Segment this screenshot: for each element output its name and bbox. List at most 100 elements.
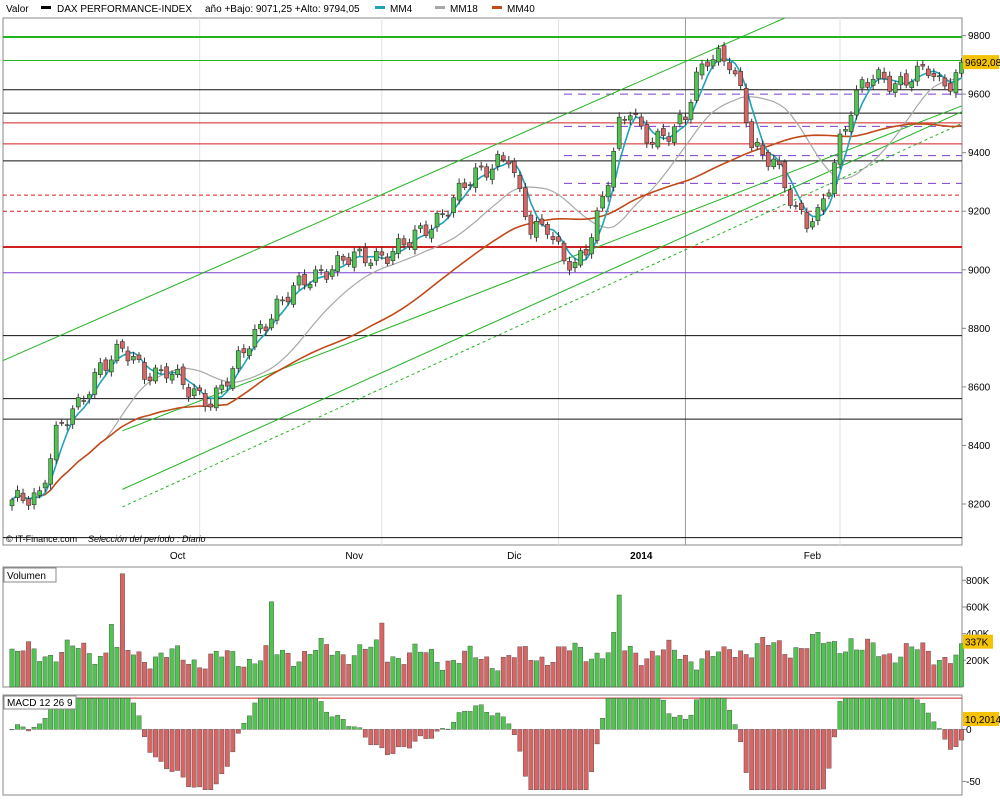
macd-bar — [909, 698, 915, 730]
macd-ytick-label: 0 — [966, 725, 972, 736]
price-ytick-label: 9800 — [968, 31, 991, 42]
volume-bar — [925, 650, 931, 688]
volume-bar — [517, 646, 523, 688]
volume-bar — [235, 666, 241, 688]
macd-bar — [263, 697, 269, 730]
volume-bar — [528, 660, 534, 688]
macd-bar — [854, 697, 859, 730]
candle-body-down — [887, 75, 892, 92]
macd-bar — [959, 729, 964, 741]
candle-body-up — [616, 116, 622, 149]
volume-bar — [672, 649, 677, 688]
candle-body-up — [876, 69, 881, 80]
candle-body-up — [236, 350, 241, 369]
candle-body-down — [478, 165, 484, 168]
volume-bar — [876, 656, 882, 688]
volume-bar — [75, 648, 81, 688]
last-price-label: 9692,08 — [965, 58, 1000, 69]
price-ytick-label: 8600 — [968, 382, 991, 393]
volume-bar — [854, 649, 859, 688]
candle-body-up — [892, 83, 898, 93]
candle-body-up — [191, 388, 197, 397]
macd-bar — [357, 727, 363, 730]
volume-bar — [269, 601, 274, 688]
candle-body-up — [109, 359, 114, 373]
candle-body-up — [489, 168, 495, 180]
volume-bar — [318, 637, 324, 688]
volume-bar — [721, 646, 727, 688]
candle-body-down — [506, 160, 512, 165]
candle-body-up — [169, 374, 175, 381]
volume-bar — [743, 654, 749, 688]
macd-bar — [517, 729, 523, 752]
candle-body-up — [589, 237, 594, 255]
volume-bar — [291, 666, 296, 688]
macd-bar — [125, 697, 131, 730]
candle-body-up — [75, 397, 81, 408]
macd-bar — [721, 697, 727, 730]
candle-body-down — [743, 88, 749, 123]
volume-bar — [31, 648, 37, 688]
candle-body-down — [683, 116, 688, 121]
macd-bar — [870, 697, 876, 730]
macd-bar — [473, 705, 479, 730]
macd-bar — [42, 718, 48, 730]
macd-bar — [158, 729, 164, 762]
volume-bar — [175, 645, 180, 688]
volume-bar — [202, 668, 208, 688]
macd-bar — [484, 712, 490, 730]
volume-ytick-label: 800K — [966, 576, 990, 587]
candle-body-up — [70, 408, 76, 425]
chart-canvas: 8200 8400 8600 8800 9000 9200 9400 9600 9800 9692… — [2, 4, 1000, 796]
volume-bar — [948, 663, 953, 688]
month-label: Dic — [507, 551, 521, 562]
macd-bar — [638, 697, 644, 730]
volume-bar — [246, 659, 252, 688]
macd-bar — [147, 729, 153, 753]
candle-body-up — [153, 367, 158, 382]
macd-bar — [462, 710, 468, 730]
macd-bar — [865, 697, 871, 730]
macd-bar — [545, 729, 550, 790]
candle-body-down — [164, 366, 169, 379]
volume-bar — [959, 643, 964, 688]
macd-bar — [418, 729, 423, 737]
candle-body-up — [252, 329, 258, 348]
candle-body-up — [412, 229, 418, 250]
volume-bar — [953, 654, 959, 688]
volume-bar — [191, 659, 197, 688]
volume-bar — [798, 648, 804, 688]
volume-bar — [373, 639, 379, 688]
volume-bar — [97, 655, 103, 688]
volume-bar — [390, 656, 396, 688]
volume-bar — [324, 644, 330, 688]
candle-body-down — [147, 376, 153, 381]
macd-bar — [208, 729, 214, 790]
macd-bar — [522, 729, 528, 777]
volume-bar — [782, 654, 788, 688]
candle-body-down — [556, 236, 561, 242]
candle-body-down — [738, 70, 743, 86]
candle-body-up — [810, 221, 815, 228]
volume-bar — [119, 573, 125, 688]
candle-body-up — [821, 198, 826, 211]
volume-bar — [644, 658, 650, 688]
volume-bar — [473, 657, 479, 688]
candle-body-up — [131, 356, 136, 361]
candle-body-down — [523, 187, 528, 217]
volume-bar — [384, 661, 390, 688]
candle-body-down — [638, 116, 644, 127]
candle-body-up — [213, 387, 219, 409]
candle-body-up — [473, 167, 478, 188]
macd-bar — [396, 729, 401, 748]
volume-bar — [158, 652, 164, 688]
macd-bar — [821, 729, 826, 790]
macd-bar — [445, 728, 451, 730]
volume-bar — [335, 651, 341, 688]
volume-bar — [125, 649, 131, 688]
candle — [854, 85, 859, 120]
candle-body-up — [909, 81, 915, 88]
candle-body-down — [197, 387, 202, 392]
macd-bar — [749, 729, 755, 790]
candle-body-down — [799, 202, 804, 210]
